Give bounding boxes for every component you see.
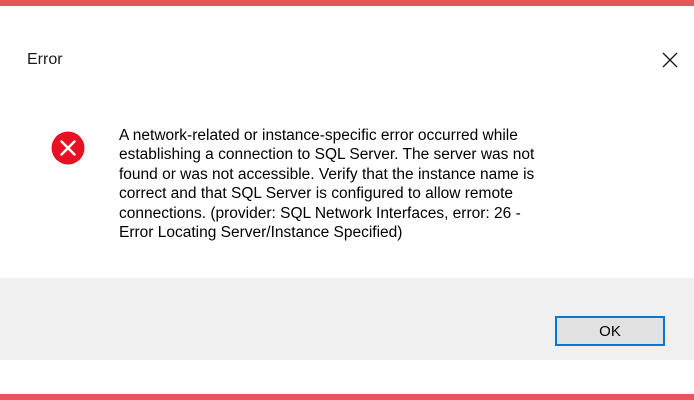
error-message-line: connections. (provider: SQL Network Inte… [119, 204, 521, 222]
error-message-line: A network-related or instance-specific e… [119, 127, 518, 144]
close-icon [662, 52, 678, 68]
error-x-icon [51, 131, 85, 165]
error-message-line: establishing a connection to SQL Server.… [119, 146, 535, 164]
dialog-title: Error [27, 51, 63, 68]
ok-button[interactable]: OK [555, 316, 665, 346]
close-button[interactable] [656, 46, 684, 74]
dialog-footer: OK [0, 278, 694, 360]
error-message-line: correct and that SQL Server is configure… [119, 185, 514, 203]
error-dialog: Error A network-related or instance-spec… [0, 6, 694, 394]
ok-button-label: OK [599, 322, 621, 340]
dialog-content: A network-related or instance-specific e… [0, 102, 694, 278]
error-message: A network-related or instance-specific e… [119, 126, 649, 242]
error-message-line: found or was not accessible. Verify that… [119, 165, 535, 183]
dialog-title-bar: Error [0, 6, 694, 102]
error-message-line: Error Locating Server/Instance Specified… [119, 224, 403, 242]
bottom-accent-bar [0, 394, 694, 400]
